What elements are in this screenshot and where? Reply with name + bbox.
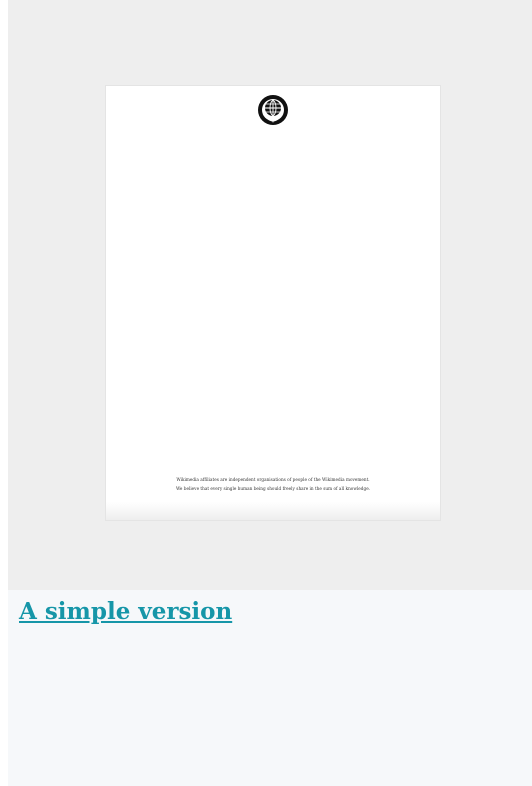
- section-container: A simple version: [8, 590, 532, 786]
- page-viewport: Wikimedia affiliates are independent org…: [0, 0, 532, 786]
- letterhead-page: Wikimedia affiliates are independent org…: [106, 86, 440, 520]
- wikimedia-globe-logo-icon: [257, 94, 289, 126]
- letterhead-preview: Wikimedia affiliates are independent org…: [8, 0, 532, 590]
- simple-version-link[interactable]: A simple version: [19, 597, 232, 627]
- footer-line-2: We believe that every single human being…: [175, 486, 371, 491]
- paper-bottom-shadow: [106, 502, 440, 520]
- letterhead-footer: Wikimedia affiliates are independent org…: [106, 475, 440, 493]
- footer-line-1: Wikimedia affiliates are independent org…: [176, 477, 370, 482]
